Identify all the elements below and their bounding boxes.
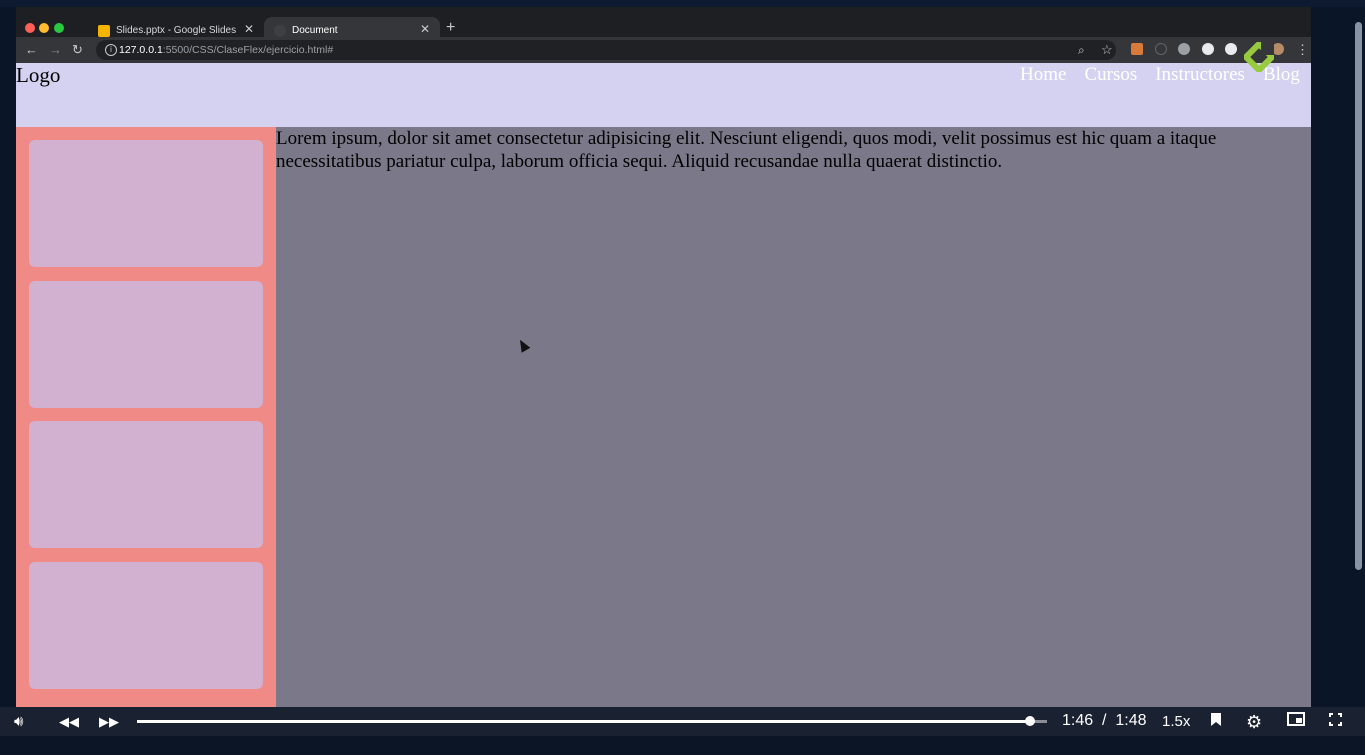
address-bar[interactable]: i 127.0.0.1:5500/CSS/ClaseFlex/ejercicio… [96,40,1116,60]
nav-link-home[interactable]: Home [1020,64,1066,85]
sidebar [16,127,276,707]
info-icon[interactable]: i [105,44,117,56]
sidebar-card [29,281,263,408]
progress-fill [137,720,1030,723]
browser-tabstrip: Slides.pptx - Google Slides ✕ Document ✕… [16,7,1311,44]
extension-icon[interactable] [1202,43,1214,55]
sidebar-card [29,140,263,267]
zoom-icon[interactable]: ⌕ [1078,42,1085,58]
frame-top [0,0,1365,7]
nav-link-cursos[interactable]: Cursos [1084,64,1137,85]
web-page: Logo Home Cursos Instructores Blog Lorem ip… [16,63,1311,707]
lorem-paragraph: Lorem ipsum, dolor sit amet consectetur … [276,128,1217,172]
volume-icon[interactable]: 🔊︎ [14,712,23,732]
minimize-window-button[interactable] [39,23,49,33]
time-separator: / [1102,712,1107,729]
picture-in-picture-icon[interactable] [1287,712,1305,732]
fast-forward-icon[interactable]: ▶▶ [99,712,119,732]
current-time: 1:46 [1062,712,1094,729]
react-devtools-icon[interactable] [1178,43,1190,55]
bottom-strip [0,736,1365,755]
url-path: :5500/CSS/ClaseFlex/ejercicio.html# [162,44,334,56]
browser-toolbar: ← → ↻ i 127.0.0.1:5500/CSS/ClaseFlex/eje… [16,37,1311,63]
duration: 1:48 [1115,712,1147,729]
close-tab-icon[interactable]: ✕ [420,22,430,36]
playback-speed-button[interactable]: 1.5x [1162,712,1190,732]
sidebar-card [29,421,263,548]
close-window-button[interactable] [25,23,35,33]
close-tab-icon[interactable]: ✕ [244,22,254,36]
reload-icon[interactable]: ↻ [72,42,83,58]
bookmark-star-icon[interactable]: ☆ [1101,42,1113,58]
more-menu-icon[interactable]: ⋮ [1296,42,1309,58]
globe-favicon-icon [274,24,286,37]
site-header: Logo Home Cursos Instructores Blog [16,63,1311,127]
slides-favicon-icon [98,24,110,37]
extension-icon[interactable] [1131,43,1143,55]
left-rail [0,7,16,707]
rewind-icon[interactable]: ◀◀ [59,712,79,732]
platzi-logo-icon [1244,42,1274,72]
settings-gear-icon[interactable]: ⚙ [1246,712,1262,732]
sidebar-card [29,562,263,689]
extension-icon[interactable] [1225,43,1237,55]
url-host: 127.0.0.1 [119,44,163,56]
forward-arrow-icon[interactable]: → [49,42,62,58]
tab-label: Slides.pptx - Google Slides [116,25,237,36]
progress-knob[interactable] [1024,716,1035,726]
main-content: Lorem ipsum, dolor sit amet consectetur … [276,127,1311,707]
site-logo[interactable]: Logo [16,63,60,87]
extension-icon[interactable] [1155,43,1167,55]
time-display: 1:46 / 1:48 [1062,711,1147,731]
nav-link-instructores[interactable]: Instructores [1155,64,1245,85]
video-controls: 🔊︎ ◀◀ ▶▶ 1:46 / 1:48 1.5x ⚙ [0,707,1365,736]
back-arrow-icon[interactable]: ← [25,42,38,58]
new-tab-button[interactable]: + [446,19,455,37]
tab-label: Document [292,25,338,36]
maximize-window-button[interactable] [54,23,64,33]
bookmark-icon[interactable] [1210,712,1222,733]
url-text: 127.0.0.1:5500/CSS/ClaseFlex/ejercicio.h… [119,44,333,56]
progress-bar[interactable] [137,720,1047,723]
fullscreen-icon[interactable] [1329,712,1342,732]
page-scrollbar[interactable] [1355,22,1362,570]
